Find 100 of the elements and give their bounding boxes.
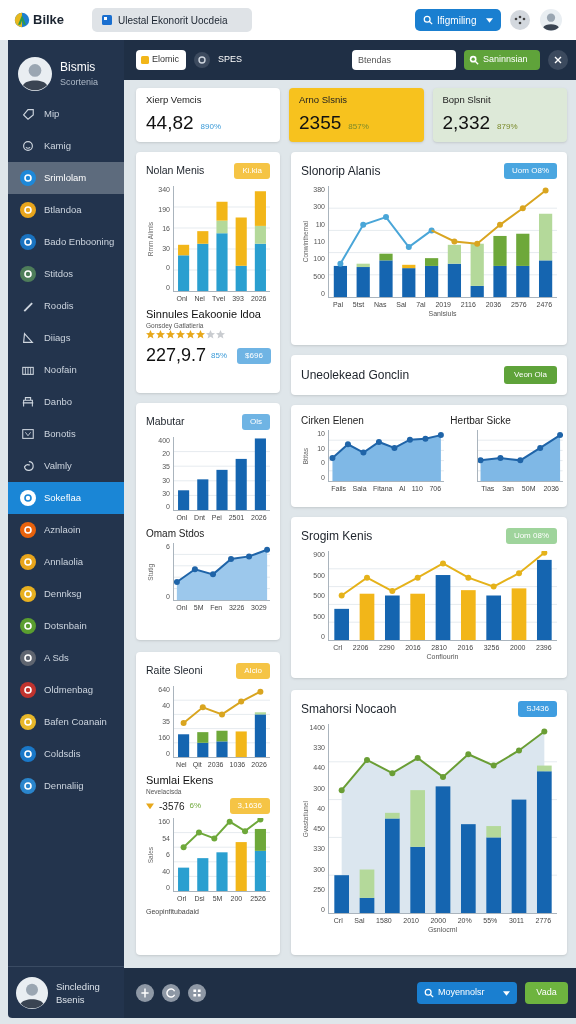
search-field[interactable]: Btendas [352,50,456,70]
card-title: Mabutar [146,414,185,430]
data-point [337,260,344,267]
document-tab[interactable]: Ulestal Ekonorit Uocdeia [92,8,252,32]
sidebar-item[interactable]: Noofain [8,354,124,386]
sidebar-item[interactable]: Danbo [8,386,124,418]
bar-segment [216,730,228,742]
bar-segment [235,458,247,510]
data-point [541,551,548,556]
data-point [257,688,264,695]
search-icon [423,15,433,25]
search-dropdown-button[interactable]: Moyennolsr [417,982,517,1004]
sidebar-item[interactable]: Oldmenbag [8,674,124,706]
data-point [414,755,421,761]
profile-name: Bismis [60,59,97,77]
sidebar-item[interactable]: Diiags [8,322,124,354]
sidebar-item[interactable]: Annlaolia [8,546,124,578]
sidebar-item[interactable]: Kamig [8,130,124,162]
metric-title: Sinnules Eakoonie ldoa [146,307,262,321]
avatar[interactable] [16,976,48,1009]
data-point [451,238,458,245]
plus-icon[interactable] [136,984,154,1002]
sidebar-item[interactable]: Aznlaoin [8,514,124,546]
sidebar-item[interactable]: Dotsnbain [8,610,124,642]
sidebar-item[interactable]: Valmly [8,450,124,482]
metric-change: 85% [211,349,228,362]
data-point [338,787,345,794]
card-title: Slonorip Alanis [301,163,381,180]
bar-segment [178,867,190,891]
bar-segment [197,479,209,510]
badge: Ki.kia [234,163,270,179]
filter-button[interactable]: Elomic [136,50,186,70]
bar-segment [385,595,400,640]
chart-title: Omam Stdos [146,527,206,541]
caret-icon [486,17,493,23]
star-icon [196,330,205,340]
bar-segment [511,588,527,640]
star-icon [166,330,175,340]
star-icon [146,330,155,340]
metric-value: 227,9.7 [146,344,207,367]
data-point [405,244,412,251]
data-point [428,227,435,234]
avatar[interactable] [540,9,562,31]
sidebar-item[interactable]: Roodis [8,290,124,322]
data-point [211,835,218,842]
data-point [338,592,345,599]
document-icon [102,15,112,25]
badge: SJ436 [518,701,557,717]
sidebar-item[interactable]: Coldsdis [8,738,124,770]
star-icon [206,330,215,340]
search-icon [469,55,479,65]
close-icon[interactable] [548,50,568,70]
triangle-icon [21,331,35,345]
dots-icon[interactable] [510,10,530,30]
bar-segment [178,490,190,510]
card-title: Srogim Kenis [301,528,373,545]
sidebar-item[interactable]: Stitdos [8,258,124,290]
stat-value: 2355 [299,110,342,135]
stat-title: Xierp Vemcis [146,92,203,107]
bar-segment [254,438,266,510]
chart-title: Cirken Elenen [301,414,365,428]
bar-segment [516,233,530,266]
sidebar-item[interactable]: Bafen Coanain [8,706,124,738]
sidebar-item[interactable]: Dennaliig [8,770,124,802]
sidebar-item[interactable]: Btlandoa [8,194,124,226]
face-icon [21,139,35,153]
star-icon [216,330,225,340]
settings-icon[interactable] [194,52,210,68]
badge: 3,1636 [229,798,270,814]
bar-segment [178,734,190,757]
sidebar-item[interactable]: Mip [8,98,124,130]
bar-segment [493,235,507,266]
brand-name: Bilke [33,11,65,30]
bar-segment [486,595,501,640]
trend-icon [146,802,154,810]
user-menu-button[interactable]: Ifigmiling [415,9,501,31]
sidebar-item[interactable]: A Sds [8,642,124,674]
tag-icon [21,107,35,121]
sidebar-item[interactable]: Srimlolam [8,162,124,194]
sidebar-item[interactable]: Bado Enbooning [8,226,124,258]
toolbar-label: SPES [218,53,242,67]
grid-icon[interactable] [188,984,206,1002]
data-point [195,829,202,836]
sidebar-item[interactable]: Bonotis [8,418,124,450]
bar-segment [235,731,247,757]
metric-title: Sumlai Ekens [146,773,215,787]
user-name: Sincleding [56,979,100,993]
data-point [180,844,187,851]
table-icon [21,395,35,409]
profile-role: Scortenia [60,76,99,90]
data-point [440,773,446,780]
sidebar-item[interactable]: Dennksg [8,578,124,610]
data-point [519,205,526,212]
refresh-icon[interactable] [162,984,180,1002]
data-point [219,711,225,718]
sidebar-item[interactable]: Sokeflaa [8,482,124,514]
stat-change: 879% [497,120,518,133]
bar-segment [197,858,209,891]
data-point [238,698,245,705]
bar-segment [216,852,228,891]
